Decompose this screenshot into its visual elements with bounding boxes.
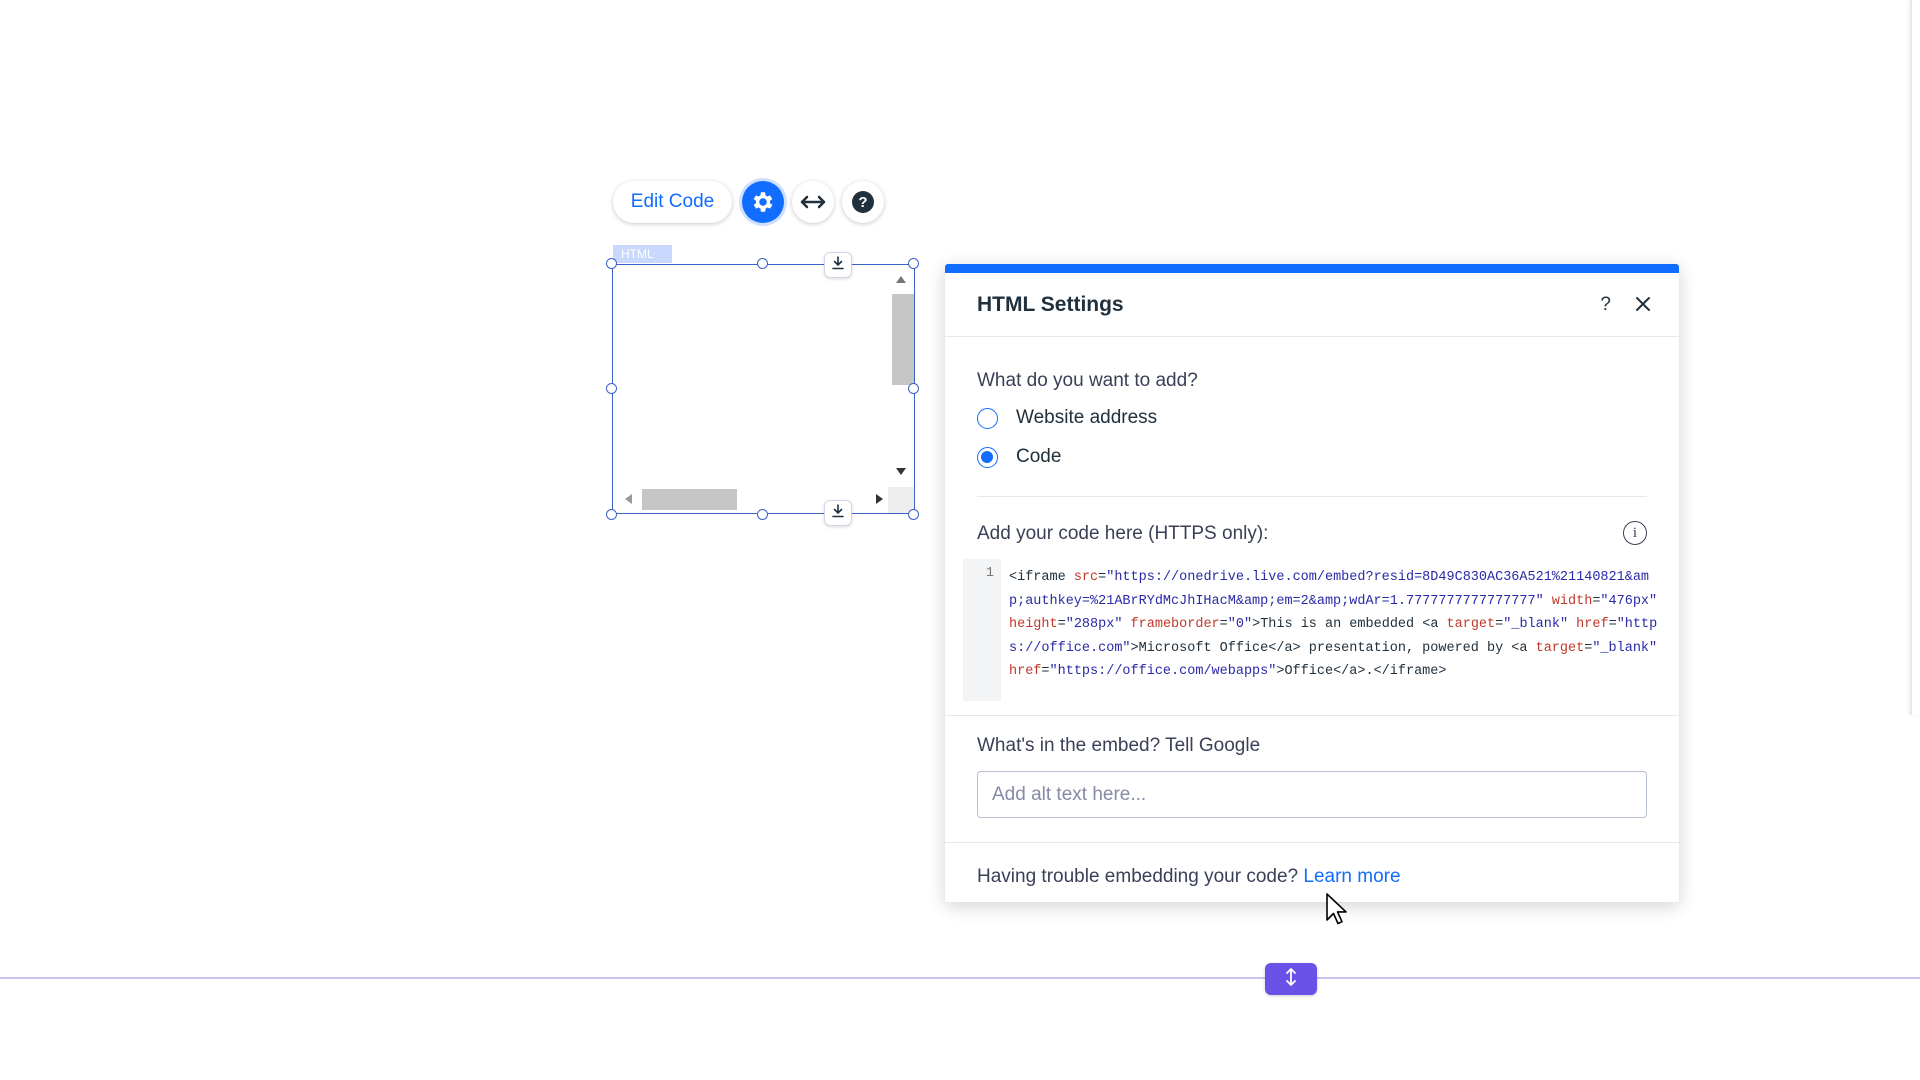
- code-text[interactable]: <iframe src="https://onedrive.live.com/e…: [1001, 559, 1663, 701]
- help-icon: ?: [851, 190, 875, 214]
- anchor-bottom-button[interactable]: [824, 500, 852, 526]
- section-boundary-line: [0, 977, 1920, 979]
- vertical-scroll-thumb[interactable]: [892, 294, 914, 385]
- resize-handle-right[interactable]: [908, 383, 919, 394]
- html-embed-frame[interactable]: [612, 264, 915, 514]
- resize-handle-top-left[interactable]: [606, 258, 617, 269]
- resize-handle-bottom-left[interactable]: [606, 509, 617, 520]
- resize-handle-top[interactable]: [757, 258, 768, 269]
- radio-website-address[interactable]: Website address: [977, 407, 1157, 429]
- settings-button[interactable]: [742, 181, 784, 223]
- alt-text-input[interactable]: [977, 771, 1647, 818]
- learn-more-link[interactable]: Learn more: [1303, 866, 1400, 887]
- section-height-handle[interactable]: [1265, 963, 1317, 995]
- info-icon[interactable]: i: [1623, 521, 1647, 545]
- download-arrow-icon: [831, 255, 845, 275]
- section-divider: [945, 715, 1679, 716]
- scroll-down-icon[interactable]: [896, 468, 906, 475]
- stretch-button[interactable]: [792, 181, 834, 223]
- vertical-arrows-icon: [1284, 967, 1298, 992]
- edit-code-button[interactable]: Edit Code: [613, 181, 732, 223]
- resize-handle-bottom[interactable]: [757, 509, 768, 520]
- mouse-cursor-icon: [1325, 892, 1349, 931]
- svg-text:?: ?: [858, 194, 867, 211]
- radio-code[interactable]: Code: [977, 446, 1061, 468]
- scroll-up-icon[interactable]: [896, 276, 906, 283]
- right-panel-edge: [1910, 0, 1920, 715]
- vertical-scrollbar[interactable]: [890, 270, 914, 485]
- panel-help-icon[interactable]: ?: [1600, 294, 1611, 316]
- code-editor[interactable]: 1 <iframe src="https://onedrive.live.com…: [963, 559, 1663, 701]
- html-settings-panel: HTML Settings ? What do you want to add?…: [945, 264, 1679, 902]
- trouble-text: Having trouble embedding your code?: [977, 866, 1299, 887]
- anchor-top-button[interactable]: [824, 252, 852, 278]
- section-divider: [945, 842, 1679, 843]
- line-number: 1: [963, 559, 1001, 701]
- panel-title: HTML Settings: [977, 293, 1124, 316]
- gear-icon: [750, 189, 776, 215]
- double-arrow-icon: [800, 194, 826, 210]
- section-divider: [977, 496, 1647, 497]
- resize-handle-bottom-right[interactable]: [908, 509, 919, 520]
- scroll-left-icon[interactable]: [625, 494, 632, 504]
- radio-button-selected[interactable]: [977, 446, 998, 468]
- resize-handle-top-right[interactable]: [908, 258, 919, 269]
- horizontal-scroll-thumb[interactable]: [642, 489, 737, 510]
- content-type-question: What do you want to add?: [977, 370, 1198, 391]
- panel-header: HTML Settings ?: [945, 273, 1679, 337]
- alt-text-label: What's in the embed? Tell Google: [977, 735, 1261, 756]
- download-arrow-icon: [831, 503, 845, 523]
- component-type-tag: HTML: [613, 245, 672, 263]
- help-button[interactable]: ?: [842, 181, 884, 223]
- code-field-label: Add your code here (HTTPS only):: [977, 523, 1269, 544]
- help-footer: Having trouble embedding your code? Lear…: [977, 866, 1401, 888]
- resize-handle-left[interactable]: [606, 383, 617, 394]
- radio-label: Website address: [1016, 407, 1158, 428]
- radio-button[interactable]: [977, 407, 998, 429]
- close-icon[interactable]: [1631, 292, 1655, 316]
- radio-label: Code: [1016, 446, 1062, 467]
- scroll-right-icon[interactable]: [876, 494, 883, 504]
